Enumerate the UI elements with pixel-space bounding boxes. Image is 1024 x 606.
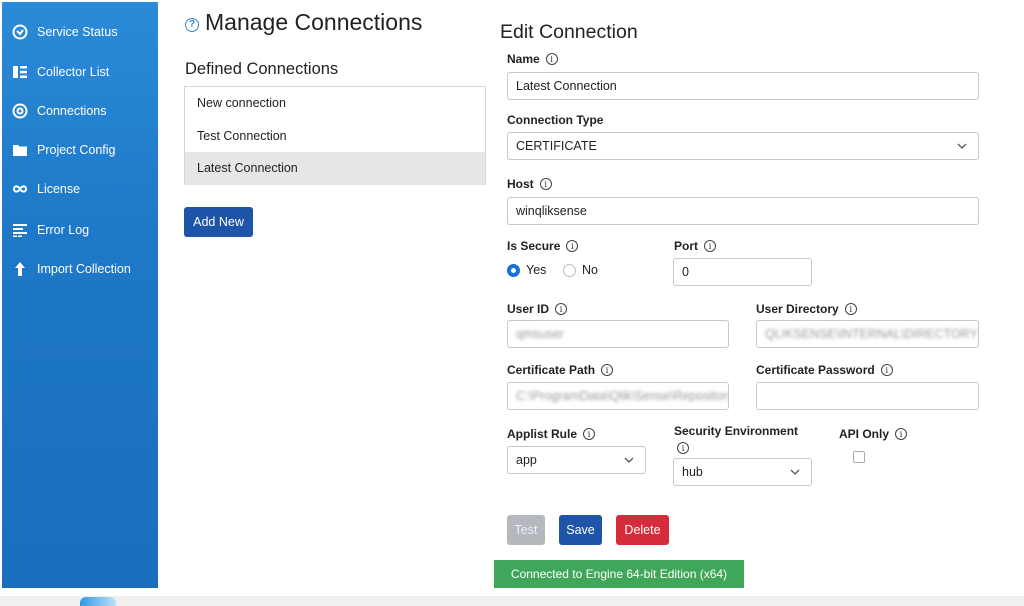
info-icon: i xyxy=(601,364,614,376)
list-item[interactable]: New connection xyxy=(185,87,485,120)
port-input[interactable]: 0 xyxy=(673,258,812,286)
security-environment-select[interactable]: hub xyxy=(673,458,812,486)
connection-type-value: CERTIFICATE xyxy=(516,139,597,153)
sidebar: Service Status Collector List Connection… xyxy=(2,2,158,588)
api-only-label-text: API Only xyxy=(839,427,890,441)
certificate-path-input[interactable]: C:\ProgramData\Qlik\Sense\Repository\... xyxy=(507,382,729,410)
sidebar-item-import-collection[interactable]: Import Collection xyxy=(12,257,131,281)
status-banner: Connected to Engine 64-bit Edition (x64) xyxy=(494,560,744,588)
radio-label-yes: Yes xyxy=(526,263,547,277)
sidebar-item-label: Import Collection xyxy=(37,262,131,276)
certificate-path-value: C:\ProgramData\Qlik\Sense\Repository\... xyxy=(516,389,729,403)
security-environment-label-text: Security Environment xyxy=(674,424,799,438)
arrow-up-icon xyxy=(12,261,28,277)
sidebar-item-label: Collector List xyxy=(37,65,110,79)
user-directory-value: QLIKSENSE\INTERNAL\DIRECTORY xyxy=(765,327,978,341)
applist-rule-label: Applist Rule i xyxy=(507,427,596,441)
host-label: Host i xyxy=(507,177,552,191)
chevron-down-icon xyxy=(790,469,800,475)
sidebar-item-service-status[interactable]: Service Status xyxy=(12,20,118,44)
service-status-icon xyxy=(12,24,28,40)
certificate-path-label: Certificate Path i xyxy=(507,363,614,377)
is-secure-yes-radio[interactable]: Yes xyxy=(507,263,546,277)
sidebar-item-label: Connections xyxy=(37,104,107,118)
info-icon: i xyxy=(583,428,596,440)
info-icon: i xyxy=(555,303,568,315)
security-environment-label: Security Environment i xyxy=(674,424,804,454)
folder-icon xyxy=(12,142,28,158)
is-secure-label-text: Is Secure xyxy=(507,239,561,253)
user-directory-label-text: User Directory xyxy=(756,302,839,316)
info-icon: i xyxy=(677,442,689,454)
port-label-text: Port xyxy=(674,239,698,253)
port-label: Port i xyxy=(674,239,716,253)
sidebar-item-error-log[interactable]: Error Log xyxy=(12,218,89,242)
host-label-text: Host xyxy=(507,177,534,191)
is-secure-no-radio[interactable]: No xyxy=(563,263,598,277)
sidebar-item-collector-list[interactable]: Collector List xyxy=(12,60,109,84)
sidebar-item-project-config[interactable]: Project Config xyxy=(12,138,116,162)
radio-unchecked-icon xyxy=(563,263,576,277)
delete-button[interactable]: Delete xyxy=(616,515,669,545)
certificate-path-label-text: Certificate Path xyxy=(507,363,596,377)
radio-checked-icon xyxy=(507,263,520,277)
page-title: Manage Connections xyxy=(205,9,423,35)
name-label-text: Name xyxy=(507,52,540,66)
add-new-button[interactable]: Add New xyxy=(184,207,253,237)
taskbar-logo xyxy=(80,597,116,606)
sidebar-item-label: Error Log xyxy=(37,223,90,237)
sidebar-item-label: License xyxy=(37,182,81,196)
is-secure-label: Is Secure i xyxy=(507,239,579,253)
api-only-label: API Only i xyxy=(839,427,908,441)
list-item[interactable]: Test Connection xyxy=(185,120,485,153)
list-item-selected[interactable]: Latest Connection xyxy=(185,152,485,185)
page-header: ? Manage Connections xyxy=(185,9,422,36)
infinity-icon xyxy=(12,181,28,197)
sidebar-item-license[interactable]: License xyxy=(12,177,80,201)
host-input[interactable]: winqliksense xyxy=(507,197,979,225)
radio-label-no: No xyxy=(582,263,598,277)
collector-list-icon xyxy=(12,64,28,80)
defined-connections-heading: Defined Connections xyxy=(185,60,339,78)
info-icon: i xyxy=(545,53,558,65)
user-id-label-text: User ID xyxy=(507,302,550,316)
connection-type-label: Connection Type xyxy=(507,113,604,127)
name-label: Name i xyxy=(507,52,558,66)
sidebar-item-label: Service Status xyxy=(37,25,118,39)
security-environment-value: hub xyxy=(682,465,703,479)
name-input[interactable]: Latest Connection xyxy=(507,72,979,100)
chevron-down-icon xyxy=(957,143,967,149)
user-id-label: User ID i xyxy=(507,302,568,316)
connection-type-select[interactable]: CERTIFICATE xyxy=(507,132,979,160)
applist-rule-value: app xyxy=(516,453,537,467)
edit-connection-heading: Edit Connection xyxy=(500,21,638,43)
connections-list: New connection Test Connection Latest Co… xyxy=(184,86,486,185)
save-button[interactable]: Save xyxy=(559,515,602,545)
info-icon: i xyxy=(895,428,908,440)
info-icon: i xyxy=(844,303,857,315)
applist-rule-label-text: Applist Rule xyxy=(507,427,578,441)
user-id-input[interactable]: qmsuser xyxy=(507,320,729,348)
info-icon: i xyxy=(539,178,552,190)
info-icon: i xyxy=(566,240,579,252)
sidebar-item-connections[interactable]: Connections xyxy=(12,99,107,123)
user-id-value: qmsuser xyxy=(516,327,564,341)
certificate-password-input[interactable] xyxy=(756,382,979,410)
connections-icon xyxy=(12,103,28,119)
help-icon[interactable]: ? xyxy=(185,17,199,32)
test-button[interactable]: Test xyxy=(507,515,545,545)
bottom-strip xyxy=(0,596,1024,606)
api-only-checkbox[interactable] xyxy=(853,451,865,463)
certificate-password-label: Certificate Password i xyxy=(756,363,893,377)
info-icon: i xyxy=(880,364,893,376)
user-directory-input[interactable]: QLIKSENSE\INTERNAL\DIRECTORY xyxy=(756,320,979,348)
chevron-down-icon xyxy=(624,457,634,463)
error-log-icon xyxy=(12,222,28,238)
user-directory-label: User Directory i xyxy=(756,302,857,316)
sidebar-item-label: Project Config xyxy=(37,143,116,157)
applist-rule-select[interactable]: app xyxy=(507,446,646,474)
certificate-password-label-text: Certificate Password xyxy=(756,363,875,377)
info-icon: i xyxy=(704,240,716,252)
